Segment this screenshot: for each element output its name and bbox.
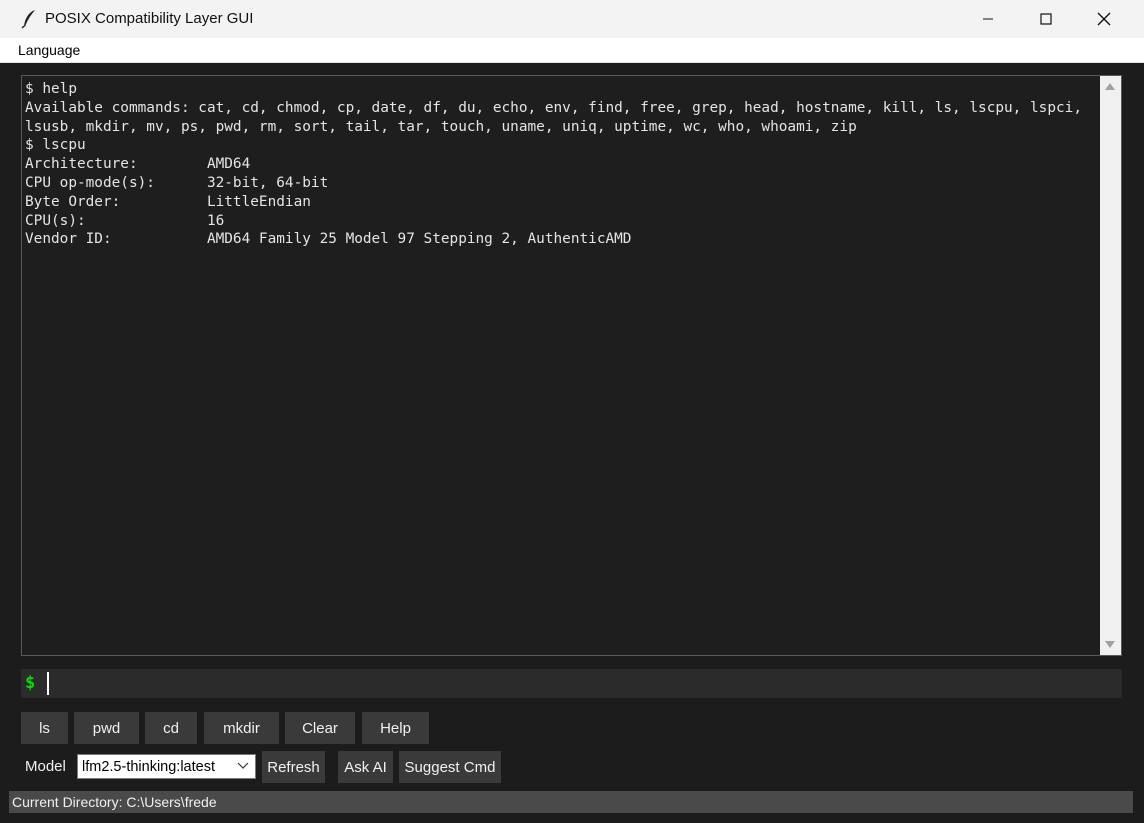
model-label: Model <box>25 758 66 775</box>
status-bar: Current Directory: C:\Users\frede <box>9 791 1133 813</box>
terminal-line: lsusb, mkdir, mv, ps, pwd, rm, sort, tai… <box>25 118 857 135</box>
scroll-down-icon[interactable] <box>1105 641 1115 648</box>
model-select-value: lfm2.5-thinking:latest <box>82 759 215 775</box>
scroll-up-icon[interactable] <box>1105 83 1115 90</box>
terminal-line: $ lscpu <box>25 137 86 154</box>
mkdir-button[interactable]: mkdir <box>204 712 279 744</box>
current-directory: Current Directory: C:\Users\frede <box>12 794 217 810</box>
terminal-line: $ help <box>25 81 77 97</box>
maximize-button[interactable] <box>1017 0 1075 38</box>
command-line: $ <box>21 669 1122 698</box>
ls-button[interactable]: ls <box>21 712 68 744</box>
terminal-output[interactable]: $ help Available commands: cat, cd, chmo… <box>21 75 1122 656</box>
menu-bar: Language <box>0 38 1144 63</box>
refresh-button[interactable]: Refresh <box>262 751 325 783</box>
vertical-scrollbar[interactable] <box>1100 76 1121 655</box>
terminal-line: CPU(s): 16 <box>25 212 225 229</box>
suggest-cmd-button[interactable]: Suggest Cmd <box>399 751 501 783</box>
terminal-line: Vendor ID: AMD64 Family 25 Model 97 Step… <box>25 231 632 248</box>
text-caret <box>47 672 49 695</box>
cd-button[interactable]: cd <box>145 712 197 744</box>
minimize-icon <box>983 18 993 20</box>
terminal-line: Architecture: AMD64 <box>25 156 251 173</box>
terminal-line: CPU op-mode(s): 32-bit, 64-bit <box>25 174 329 191</box>
close-icon <box>1097 12 1111 26</box>
command-input[interactable] <box>45 671 1115 696</box>
terminal-text: $ help Available commands: cat, cd, chmo… <box>25 80 1100 249</box>
menu-language[interactable]: Language <box>18 42 80 58</box>
feather-icon <box>21 10 35 29</box>
model-select[interactable]: lfm2.5-thinking:latest <box>77 754 256 779</box>
terminal-line: Available commands: cat, cd, chmod, cp, … <box>25 99 1082 116</box>
window-title: POSIX Compatibility Layer GUI <box>45 10 254 27</box>
ask-ai-button[interactable]: Ask AI <box>338 751 393 783</box>
pwd-button[interactable]: pwd <box>74 712 139 744</box>
clear-button[interactable]: Clear <box>285 712 355 744</box>
help-button[interactable]: Help <box>362 712 429 744</box>
maximize-icon <box>1040 13 1052 25</box>
app-window: POSIX Compatibility Layer GUI Language $… <box>0 0 1144 823</box>
terminal-line: Byte Order: LittleEndian <box>25 193 311 210</box>
prompt-symbol: $ <box>25 673 36 693</box>
minimize-button[interactable] <box>959 0 1017 38</box>
close-button[interactable] <box>1075 0 1133 38</box>
title-bar: POSIX Compatibility Layer GUI <box>0 0 1144 38</box>
chevron-down-icon <box>237 762 249 769</box>
